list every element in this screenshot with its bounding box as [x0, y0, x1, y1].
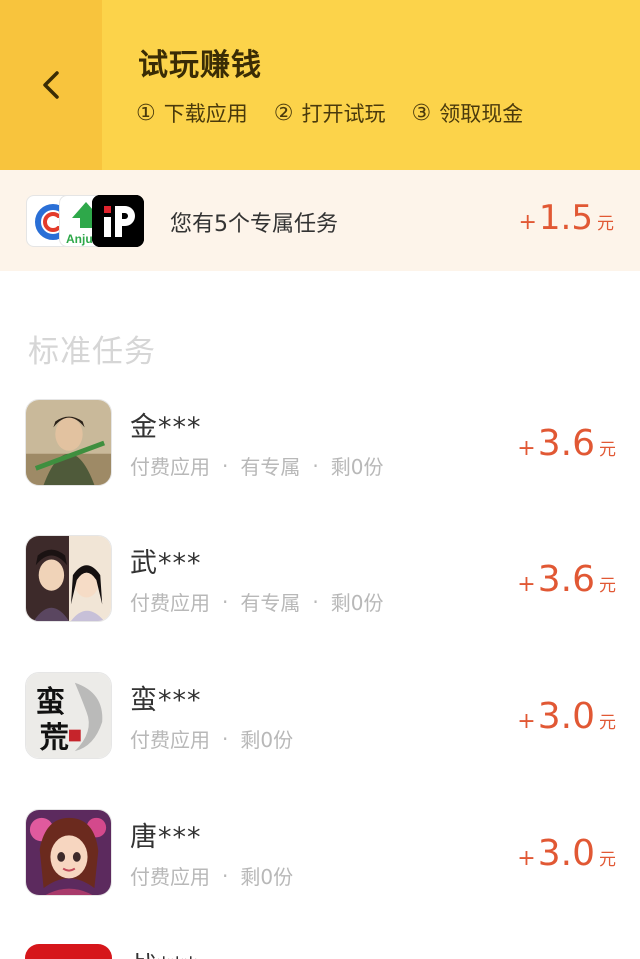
- reward-amount: 3.6: [537, 559, 595, 600]
- reward-plus: +: [517, 709, 536, 734]
- anju-logo-text: Anju: [66, 232, 93, 246]
- reward-unit: 元: [597, 214, 614, 234]
- meta-separator: ·: [222, 453, 229, 478]
- task-reward: + 3.0 元: [517, 833, 616, 874]
- meta-paid-app: 付费应用: [130, 728, 210, 752]
- back-button[interactable]: [0, 0, 102, 170]
- step-label: 打开试玩: [301, 102, 386, 126]
- reward-amount: 3.0: [537, 833, 595, 874]
- meta-paid-app: 付费应用: [130, 455, 210, 479]
- app-icon-ip: [92, 195, 144, 247]
- meta-paid-app: 付费应用: [130, 591, 210, 615]
- task-reward: + 3.6 元: [517, 423, 616, 464]
- reward-amount: 1.5: [538, 198, 593, 238]
- reward-plus: +: [517, 572, 536, 597]
- meta-paid-app: 付费应用: [130, 865, 210, 889]
- meta-separator: ·: [222, 726, 229, 751]
- meta-remaining: 剩0份: [330, 455, 384, 479]
- reward-plus: +: [518, 210, 537, 235]
- reward-amount: 3.6: [537, 423, 595, 464]
- reward-unit: 元: [599, 440, 616, 460]
- exclusive-app-icons: Anju: [26, 195, 144, 247]
- task-meta: 付费应用 · 有专属 · 剩0份: [130, 587, 383, 616]
- reward-amount: 3.0: [537, 696, 595, 737]
- meta-remaining: 剩0份: [330, 591, 384, 615]
- task-meta: 付费应用 · 剩0份: [130, 724, 293, 753]
- step-collect-cash: ③ 领取现金: [411, 98, 523, 128]
- step-number: ②: [273, 100, 294, 126]
- step-label: 下载应用: [163, 102, 248, 126]
- section-title: 标准任务: [28, 334, 156, 370]
- meta-separator: ·: [222, 863, 229, 888]
- step-open-trial: ② 打开试玩: [274, 98, 386, 128]
- task-meta: 付费应用 · 有专属 · 剩0份: [130, 451, 383, 480]
- meta-separator: ·: [312, 589, 319, 614]
- exclusive-tasks-text: 您有5个专属任务: [170, 212, 338, 237]
- reward-plus: +: [517, 846, 536, 871]
- app-icon-heroine: [25, 809, 112, 896]
- app-icon-partial: [25, 944, 112, 959]
- step-download: ① 下载应用: [136, 98, 248, 128]
- meta-exclusive: 有专属: [240, 591, 301, 615]
- task-row[interactable]: 唐*** 付费应用 · 剩0份 + 3.0 元: [0, 809, 640, 909]
- task-reward: + 3.6 元: [517, 559, 616, 600]
- meta-separator: ·: [312, 453, 319, 478]
- page-title: 试玩赚钱: [138, 48, 262, 83]
- app-icon-martial-couple: [25, 535, 112, 622]
- task-name: 唐***: [130, 822, 202, 853]
- step-number: ①: [136, 100, 156, 126]
- reward-unit: 元: [599, 850, 616, 870]
- icon-calligraphy-char-2: 荒: [40, 719, 69, 754]
- steps-bar: ① 下载应用 ② 打开试玩 ③ 领取现金: [136, 98, 523, 128]
- step-label: 领取现金: [439, 102, 524, 126]
- task-reward: + 3.0 元: [517, 696, 616, 737]
- task-meta: 付费应用 · 剩0份: [130, 861, 293, 890]
- meta-remaining: 剩0份: [240, 728, 294, 752]
- exclusive-tasks-banner[interactable]: Anju 您有5个专属任务 + 1.5 元: [0, 170, 640, 271]
- meta-exclusive: 有专属: [240, 455, 301, 479]
- icon-calligraphy-char-1: 蛮: [36, 684, 65, 719]
- meta-remaining: 剩0份: [240, 865, 294, 889]
- step-number: ③: [411, 100, 432, 126]
- reward-unit: 元: [599, 713, 616, 733]
- exclusive-reward: + 1.5 元: [518, 198, 614, 238]
- task-name: 金***: [130, 412, 202, 443]
- task-row[interactable]: 武*** 付费应用 · 有专属 · 剩0份 + 3.6 元: [0, 535, 640, 635]
- header: 试玩赚钱 ① 下载应用 ② 打开试玩 ③ 领取现金: [0, 0, 640, 170]
- reward-plus: +: [517, 436, 536, 461]
- app-icon-calligraphy: 蛮 荒: [25, 672, 112, 759]
- reward-unit: 元: [599, 576, 616, 596]
- task-row[interactable]: 蛮 荒 蛮*** 付费应用 · 剩0份 + 3.0 元: [0, 672, 640, 772]
- meta-separator: ·: [222, 589, 229, 614]
- task-name: 蛮***: [130, 685, 202, 716]
- task-name: 武***: [130, 548, 202, 579]
- chevron-left-icon: [43, 71, 59, 99]
- partial-task-name: 战***: [130, 945, 198, 959]
- task-row[interactable]: 金*** 付费应用 · 有专属 · 剩0份 + 3.6 元: [0, 399, 640, 499]
- app-icon-swordsman: [25, 399, 112, 486]
